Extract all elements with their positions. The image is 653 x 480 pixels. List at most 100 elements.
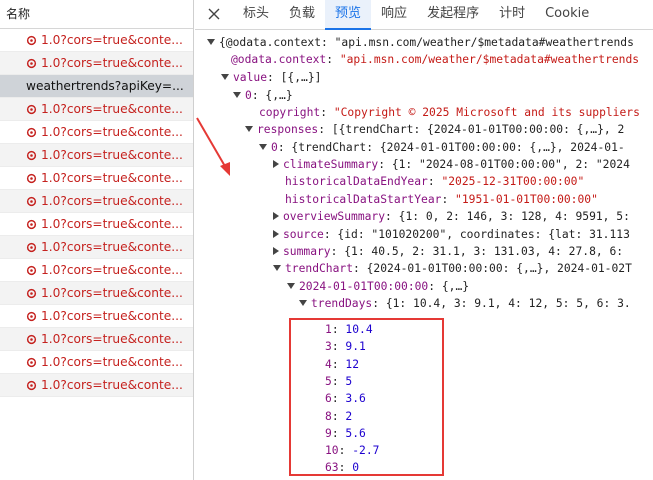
request-row[interactable]: 1.0?cors=true&conte...: [0, 374, 193, 397]
expanded-triangle-icon[interactable]: [207, 39, 215, 45]
name-column-header[interactable]: 名称: [0, 0, 193, 29]
expanded-triangle-icon[interactable]: [299, 300, 307, 306]
collapsed-triangle-icon[interactable]: [273, 160, 279, 168]
json-key: overviewSummary: [283, 210, 386, 223]
json-value: {1: "2024-08-01T00:00:00", 2: "2024: [391, 158, 630, 171]
json-line[interactable]: value: [{,…}]: [221, 69, 321, 86]
request-row-selected[interactable]: weathertrends?apiKey=...: [0, 75, 193, 98]
json-punct: :: [320, 106, 334, 119]
json-key: responses: [257, 123, 319, 136]
request-row[interactable]: 1.0?cors=true&conte...: [0, 121, 193, 144]
expanded-triangle-icon[interactable]: [273, 265, 281, 271]
json-line[interactable]: 0: {trendChart: {2024-01-01T00:00:00: {,…: [259, 139, 625, 156]
json-punct: :: [427, 175, 442, 188]
request-rows: 1.0?cors=true&conte... 1.0?cors=true&cont…: [0, 29, 193, 397]
expanded-triangle-icon[interactable]: [259, 144, 267, 150]
json-value: {1: 10.4, 3: 9.1, 4: 12, 5: 5, 6: 3.: [385, 297, 631, 310]
request-row[interactable]: 1.0?cors=true&conte...: [0, 213, 193, 236]
request-row[interactable]: 1.0?cors=true&conte...: [0, 282, 193, 305]
expanded-triangle-icon[interactable]: [221, 74, 229, 80]
json-value: {1: 0, 2: 146, 3: 128, 4: 9591, 5:: [398, 210, 630, 223]
json-punct: :: [323, 228, 338, 241]
json-punct: :: [353, 262, 367, 275]
json-line[interactable]: summary: {1: 40.5, 2: 31.1, 3: 131.03, 4…: [273, 243, 623, 260]
gear-warning-icon: [26, 150, 37, 160]
collapsed-triangle-icon[interactable]: [273, 247, 279, 255]
tab-2[interactable]: 预览: [325, 0, 372, 30]
request-row[interactable]: 1.0?cors=true&conte...: [0, 328, 193, 351]
json-value: {1: 40.5, 2: 31.1, 3: 131.03, 4: 27.8, 6…: [344, 245, 624, 258]
name-column-label: 名称: [6, 7, 31, 21]
tab-1[interactable]: 负载: [279, 0, 325, 29]
json-line[interactable]: 2024-01-01T00:00:00: {,…}: [287, 278, 469, 295]
json-key: source: [283, 228, 324, 241]
tab-5[interactable]: 计时: [489, 0, 535, 29]
json-value: "2025-12-31T00:00:00": [441, 175, 585, 188]
json-value: [{trendChart: {2024-01-01T00:00:00: {,…}…: [331, 123, 625, 136]
json-key: summary: [283, 245, 331, 258]
json-key: historicalDataEndYear: [285, 175, 428, 188]
request-name: 1.0?cors=true&conte...: [41, 239, 183, 254]
json-punct: :: [372, 297, 386, 310]
json-line[interactable]: trendChart: {2024-01-01T00:00:00: {,…}, …: [273, 260, 632, 277]
json-punct: :: [318, 123, 332, 136]
json-line: @odata.context: "api.msn.com/weather/$me…: [231, 51, 639, 68]
json-line[interactable]: climateSummary: {1: "2024-08-01T00:00:00…: [273, 156, 630, 173]
tab-4[interactable]: 发起程序: [417, 0, 489, 29]
tab-strip: 标头 负载 预览 响应 发起程序 计时 Cookie: [233, 0, 599, 30]
json-line[interactable]: source: {id: "101020200", coordinates: {…: [273, 226, 630, 243]
request-row[interactable]: 1.0?cors=true&conte...: [0, 98, 193, 121]
request-row[interactable]: 1.0?cors=true&conte...: [0, 351, 193, 374]
collapsed-triangle-icon[interactable]: [273, 230, 279, 238]
json-line[interactable]: responses: [{trendChart: {2024-01-01T00:…: [245, 121, 624, 138]
request-row[interactable]: 1.0?cors=true&conte...: [0, 305, 193, 328]
tab-3[interactable]: 响应: [371, 0, 417, 29]
gear-warning-icon: [26, 219, 37, 229]
expanded-triangle-icon[interactable]: [233, 92, 241, 98]
expanded-triangle-icon[interactable]: [287, 283, 295, 289]
close-icon: [208, 8, 220, 20]
json-key: trendDays: [311, 297, 373, 310]
json-line[interactable]: {@odata.context: "api.msn.com/weather/$m…: [207, 34, 634, 51]
json-value: "1951-01-01T00:00:00": [455, 193, 598, 206]
request-row[interactable]: 1.0?cors=true&conte...: [0, 29, 193, 52]
json-line: historicalDataStartYear: "1951-01-01T00:…: [285, 191, 598, 208]
collapsed-triangle-icon[interactable]: [273, 212, 279, 220]
json-key: @odata.context: [231, 53, 327, 66]
request-name: 1.0?cors=true&conte...: [41, 331, 183, 346]
json-value: {@odata.context: "api.msn.com/weather/$m…: [219, 36, 634, 49]
json-line[interactable]: overviewSummary: {1: 0, 2: 146, 3: 128, …: [273, 208, 630, 225]
json-key: 0: [245, 89, 252, 102]
json-value: {,…}: [441, 280, 470, 293]
request-name: 1.0?cors=true&conte...: [41, 193, 183, 208]
request-row[interactable]: 1.0?cors=true&conte...: [0, 190, 193, 213]
json-value: "api.msn.com/weather/$metadata#weathertr…: [339, 53, 640, 66]
gear-warning-icon: [26, 242, 37, 252]
request-row[interactable]: 1.0?cors=true&conte...: [0, 52, 193, 75]
gear-warning-icon: [26, 311, 37, 321]
json-value: {trendChart: {2024-01-01T00:00:00: {,…},…: [291, 141, 625, 154]
expanded-triangle-icon[interactable]: [245, 126, 253, 132]
request-row[interactable]: 1.0?cors=true&conte...: [0, 259, 193, 282]
gear-warning-icon: [26, 58, 37, 68]
json-line[interactable]: trendDays: {1: 10.4, 3: 9.1, 4: 12, 5: 5…: [299, 295, 631, 312]
request-row[interactable]: 1.0?cors=true&conte...: [0, 236, 193, 259]
request-row[interactable]: 1.0?cors=true&conte...: [0, 167, 193, 190]
json-punct: :: [385, 210, 399, 223]
json-line[interactable]: 0: {,…}: [233, 87, 293, 104]
gear-warning-icon: [26, 380, 37, 390]
close-button[interactable]: [195, 0, 233, 29]
gear-warning-icon: [26, 334, 37, 344]
tab-0[interactable]: 标头: [233, 0, 279, 29]
json-value: {id: "101020200", coordinates: {lat: 31.…: [337, 228, 630, 241]
request-name: 1.0?cors=true&conte...: [41, 285, 183, 300]
json-punct: :: [428, 280, 442, 293]
json-punct: :: [378, 158, 392, 171]
json-value: {2024-01-01T00:00:00: {,…}, 2024-01-02T: [366, 262, 632, 275]
gear-warning-icon: [26, 173, 37, 183]
details-tabbar: 标头 负载 预览 响应 发起程序 计时 Cookie: [195, 0, 653, 30]
request-name: 1.0?cors=true&conte...: [41, 377, 183, 392]
tab-6[interactable]: Cookie: [535, 0, 599, 29]
request-row[interactable]: 1.0?cors=true&conte...: [0, 144, 193, 167]
request-name: 1.0?cors=true&conte...: [41, 147, 183, 162]
